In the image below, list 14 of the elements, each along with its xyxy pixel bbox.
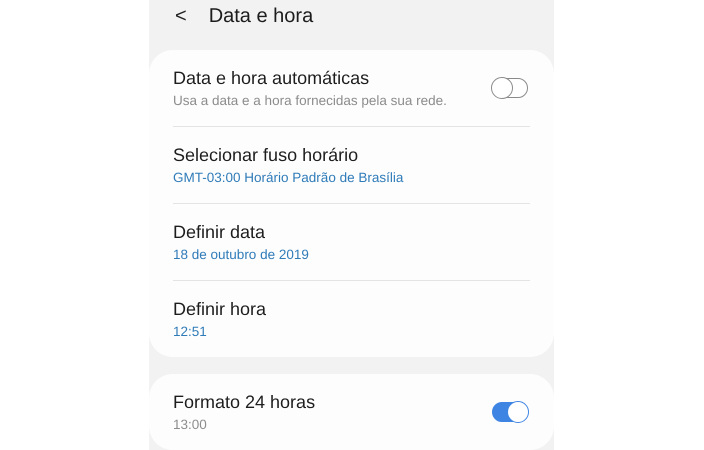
setting-title[interactable]: Selecionar fuso horário <box>173 145 404 166</box>
setting-title[interactable]: Data e hora automáticas <box>173 68 447 89</box>
setting-title[interactable]: Definir hora <box>173 299 266 320</box>
setting-value: GMT-03:00 Horário Padrão de Brasília <box>173 170 404 185</box>
setting-value: 12:51 <box>173 324 208 339</box>
toggle-switch[interactable] <box>492 78 528 98</box>
toggle-switch[interactable] <box>492 402 528 422</box>
setting-description: 13:00 <box>173 417 208 432</box>
setting-title[interactable]: Formato 24 horas <box>173 392 316 413</box>
setting-title[interactable]: Definir data <box>173 222 309 243</box>
setting-value: 18 de outubro de 2019 <box>173 247 309 262</box>
setting-description: Usa a data e a hora fornecidas pela sua rede. <box>173 93 447 108</box>
screen-title: Data e hora <box>208 5 314 28</box>
back-button[interactable]: < <box>171 5 191 28</box>
